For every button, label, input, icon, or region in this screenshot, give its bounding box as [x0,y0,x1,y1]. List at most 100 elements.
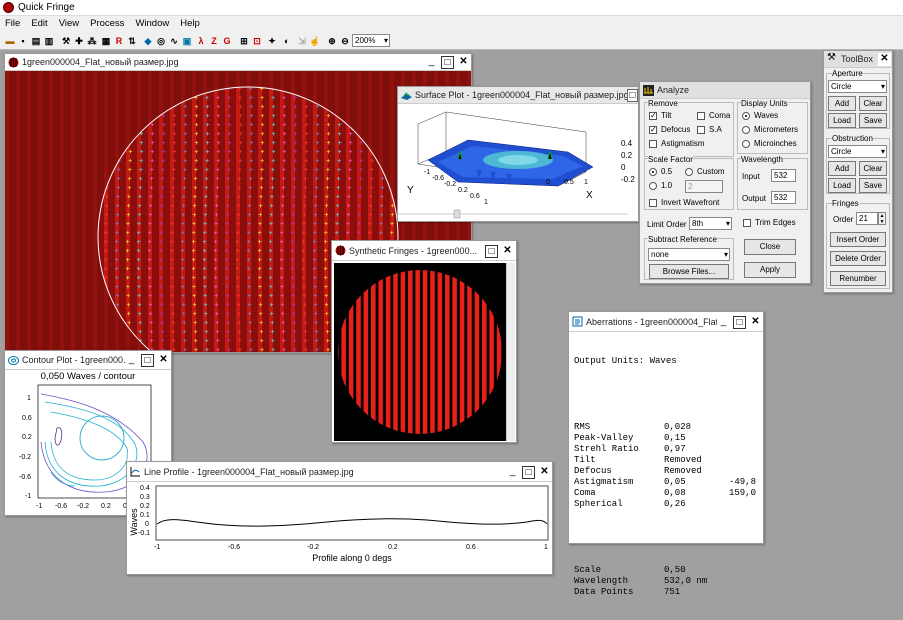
reference-r-icon[interactable]: R [113,35,125,47]
grid-icon[interactable]: ▦ [100,35,112,47]
fringe-trace-marker: + [126,221,130,228]
aperture-load-button[interactable]: Load [828,113,856,128]
close-button[interactable]: ✕ [749,316,762,329]
fringe-trace-marker: + [203,212,207,219]
coma-checkbox[interactable] [697,112,705,120]
fringe-trace-marker: + [192,257,196,264]
maximize-button[interactable]: □ [627,89,638,102]
invert-wavefront-checkbox[interactable] [649,199,657,207]
lambda-icon[interactable]: λ [195,35,207,47]
tools-icon[interactable]: ⚒ [60,35,72,47]
menu-file[interactable]: File [0,16,26,29]
fringe-trace-marker: + [293,176,297,183]
green-g-icon[interactable]: G [221,35,233,47]
fringe-trace-marker: + [291,266,295,273]
fringe-trace-marker: + [259,185,263,192]
fringe-trace-marker: + [237,203,241,210]
surface-plot-icon[interactable]: ◆ [142,35,154,47]
fringe-trace-marker: + [348,158,352,165]
input-wavelength-field[interactable]: 532 [771,169,796,182]
tilt-checkbox[interactable]: ✓ [649,112,657,120]
zoom-select[interactable]: 200% [352,34,390,47]
browse-files-button[interactable]: Browse Files... [649,264,729,279]
menu-window[interactable]: Window [130,16,175,29]
minimize-button[interactable]: _ [717,316,730,329]
output-wavelength-field[interactable]: 532 [771,191,796,204]
minimize-button[interactable]: _ [125,354,138,367]
subtract-reference-select[interactable]: none [648,248,730,261]
fringe-trace-marker: + [172,167,176,174]
fringe-trace-marker: + [194,347,198,352]
insert-order-button[interactable]: Insert Order [830,232,886,247]
fringe-trace-marker: + [313,221,317,228]
crosshair-icon[interactable]: ✚ [73,35,85,47]
microinches-radio[interactable] [742,140,750,148]
maximize-button[interactable]: □ [441,56,454,69]
apply-button[interactable]: Apply [744,262,796,278]
aperture-shape-select[interactable]: Circle [828,80,887,93]
contour-subtitle: 0,050 Waves / contour [40,371,136,382]
scale-0-5-radio[interactable] [649,168,657,176]
defocus-checkbox[interactable]: ✓ [649,126,657,134]
close-button[interactable]: ✕ [878,53,891,66]
micrometers-radio[interactable] [742,126,750,134]
obstruction-shape-select[interactable]: Circle [828,145,887,158]
fringe-trace-marker: + [260,176,264,183]
menu-view[interactable]: View [54,16,85,29]
close-button[interactable]: ✕ [538,466,551,479]
menu-help[interactable]: Help [175,16,206,29]
order-spinner[interactable]: ▲ ▼ [878,212,886,225]
obstruction-clear-button[interactable]: Clear [859,161,887,176]
star-test-icon[interactable]: ✦ [266,35,278,47]
profile-icon[interactable]: ∿ [168,35,180,47]
sa-checkbox[interactable] [697,126,705,134]
obstruction-save-button[interactable]: Save [859,178,887,193]
zernike-icon[interactable]: Z [208,35,220,47]
aperture-add-button[interactable]: Add [828,96,856,111]
obstruction-add-button[interactable]: Add [828,161,856,176]
print-preview-icon[interactable]: ▥ [43,35,55,47]
limit-order-select[interactable]: 8th [689,217,732,230]
astigmatism-checkbox[interactable] [649,140,657,148]
fringe-trace-marker: + [369,185,373,192]
scale-1-0-radio[interactable] [649,182,657,190]
save-icon[interactable]: ▪ [17,35,29,47]
renumber-button[interactable]: Renumber [830,271,886,286]
aperture-clear-button[interactable]: Clear [859,96,887,111]
maximize-button[interactable]: □ [522,466,535,479]
fringe-trace-icon[interactable]: ⁂ [86,35,98,47]
minimize-button[interactable]: _ [506,466,519,479]
print-icon[interactable]: ▤ [30,35,42,47]
zoom-in-icon[interactable]: ⊕ [326,35,338,47]
contour-icon[interactable]: ◎ [155,35,167,47]
delete-order-button[interactable]: Delete Order [830,251,886,266]
custom-scale-input[interactable]: 2 [685,180,723,193]
minimize-button[interactable]: _ [425,56,438,69]
maximize-button[interactable]: □ [485,245,498,258]
vertical-scrollbar[interactable] [506,263,515,441]
maximize-button[interactable]: □ [141,354,154,367]
aberrations-icon[interactable]: ▣ [181,35,193,47]
order-input[interactable]: 21 [856,212,878,225]
fringe-icon[interactable]: ⇅ [126,35,138,47]
close-button[interactable]: ✕ [157,354,170,367]
fringe-trace-marker: + [314,194,318,201]
scale-custom-radio[interactable] [685,168,693,176]
open-icon[interactable]: ▬ [4,35,16,47]
aperture-save-button[interactable]: Save [859,113,887,128]
menu-edit[interactable]: Edit [26,16,53,29]
difference-icon[interactable]: ⊡ [251,35,263,47]
synthetic-icon[interactable]: ◐ [281,35,293,47]
fringe-trace-marker: + [104,257,108,264]
obstruction-load-button[interactable]: Load [828,178,856,193]
close-button[interactable]: ✕ [457,56,470,69]
waves-radio[interactable] [742,112,750,120]
menu-process[interactable]: Process [85,16,130,29]
trim-edges-checkbox[interactable] [743,219,751,227]
zoom-out-icon[interactable]: ⊖ [339,35,351,47]
fringe-trace-marker: + [314,203,318,210]
close-button[interactable]: Close [744,239,796,255]
maximize-button[interactable]: □ [733,316,746,329]
average-icon[interactable]: ⊞ [238,35,250,47]
close-button[interactable]: ✕ [501,245,514,258]
